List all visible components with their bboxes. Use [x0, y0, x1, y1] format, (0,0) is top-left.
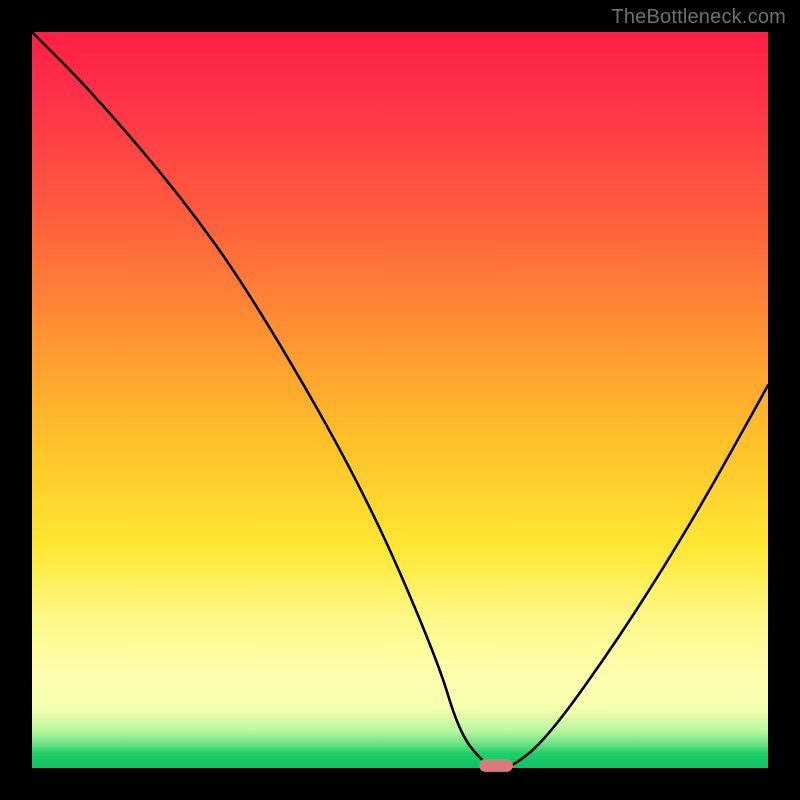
plot-area — [32, 32, 768, 768]
bottleneck-curve — [32, 32, 768, 768]
watermark-text: TheBottleneck.com — [611, 6, 786, 29]
optimal-marker — [479, 759, 513, 772]
chart-frame: TheBottleneck.com — [0, 0, 800, 800]
